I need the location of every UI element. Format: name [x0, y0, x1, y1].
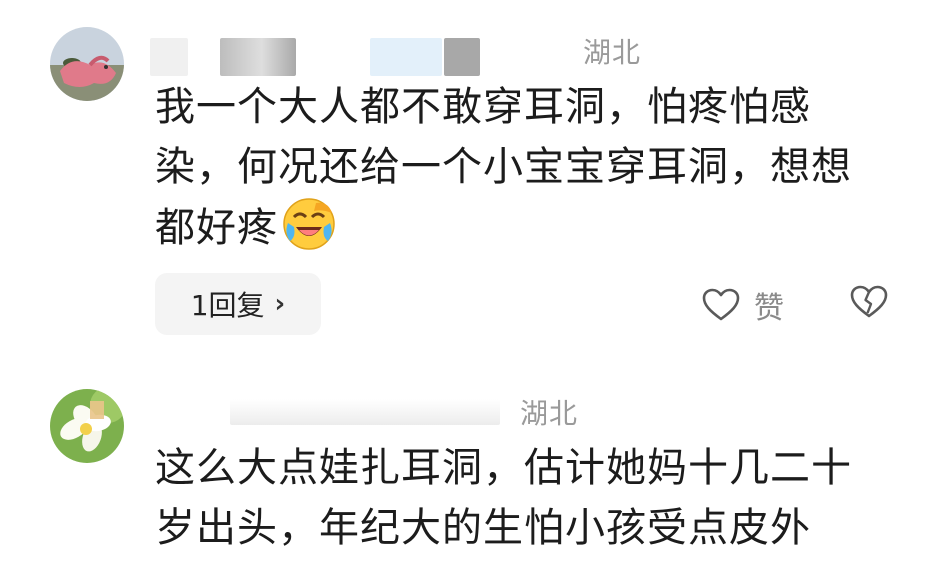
avatar-image [50, 27, 124, 101]
username-redacted [220, 38, 296, 76]
like-label: 赞 [754, 291, 784, 326]
comment-line: 染，何况还给一个小宝宝穿耳洞，想想 [155, 144, 852, 190]
comment-text: 我一个大人都不敢穿耳洞，怕疼怕感 染，何况还给一个小宝宝穿耳洞，想想 都好疼 [155, 77, 852, 258]
comment-line: 都好疼 [155, 197, 852, 258]
chevron-right-icon: › [274, 289, 286, 319]
comment-list: 湖北 我一个大人都不敢穿耳洞，怕疼怕感 染，何况还给一个小宝宝穿耳洞，想想 都好… [0, 0, 946, 569]
comment-line: 岁出头，年纪大的生怕小孩受点皮外 [155, 505, 811, 551]
reply-count-label: 1回复 [190, 289, 265, 322]
avatar-image [50, 389, 124, 463]
comment-line: 我一个大人都不敢穿耳洞，怕疼怕感 [155, 84, 811, 130]
comment-text: 这么大点娃扎耳洞，估计她妈十几二十 岁出头，年纪大的生怕小孩受点皮外 [155, 438, 852, 558]
laughing-crying-emoji-icon [282, 197, 336, 251]
username-redacted [150, 38, 188, 76]
dislike-button[interactable] [850, 285, 888, 323]
avatar[interactable] [50, 389, 124, 463]
comment-line: 这么大点娃扎耳洞，估计她妈十几二十 [155, 445, 852, 491]
view-replies-button[interactable]: 1回复 › [155, 273, 321, 335]
username-redacted [444, 38, 480, 76]
avatar[interactable] [50, 27, 124, 101]
location-label: 湖北 [520, 397, 579, 430]
username-redacted [230, 399, 500, 425]
username-redacted [370, 38, 442, 76]
like-button[interactable]: 赞 [702, 283, 784, 327]
heart-outline-icon [702, 288, 740, 321]
broken-heart-icon [850, 285, 888, 318]
location-label: 湖北 [583, 36, 642, 69]
